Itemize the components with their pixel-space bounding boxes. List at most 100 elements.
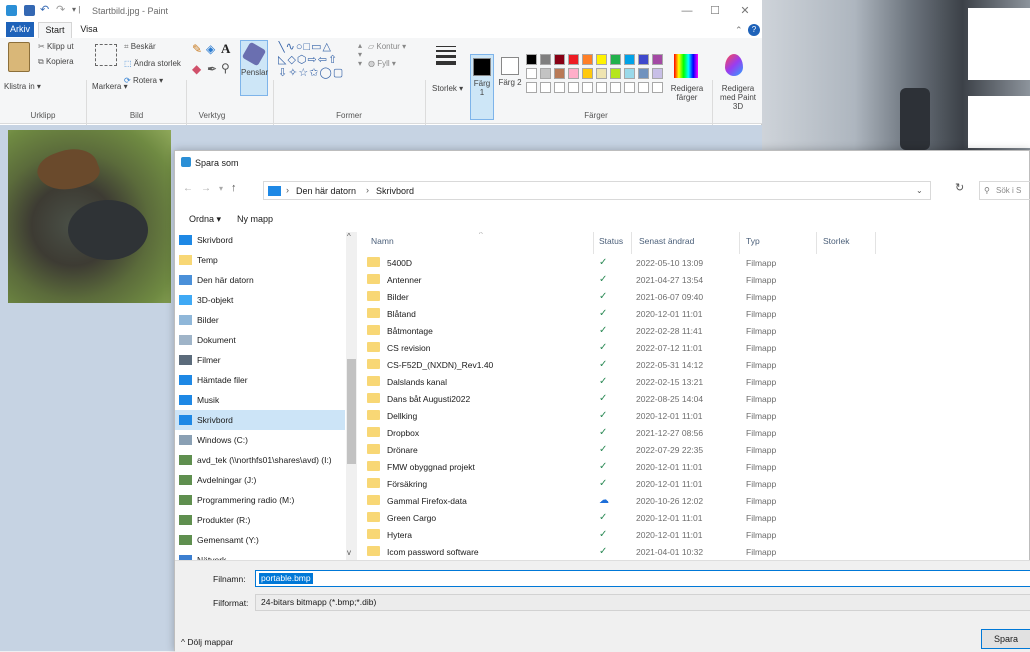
file-row[interactable]: Hytera ✓ 2020-12-01 11:01 Filmapp [361,526,1030,543]
file-row[interactable]: Bilder ✓ 2021-06-07 09:40 Filmapp [361,288,1030,305]
save-icon[interactable] [24,5,35,16]
nav-item[interactable]: Nätverk [175,550,345,560]
select-icon[interactable] [95,44,117,66]
column-header-modified[interactable]: Senast ändrad [639,236,694,246]
collapse-ribbon-icon[interactable]: ⌃ [735,25,743,36]
column-header-size[interactable]: Storlek [823,236,849,246]
copy-button[interactable]: ⧉ Kopiera [38,57,74,67]
color-swatch[interactable] [568,82,579,93]
color-swatch[interactable] [554,68,565,79]
nav-item[interactable]: Skrivbord [175,232,345,250]
nav-item[interactable]: Filmer [175,350,345,370]
color-swatch[interactable] [554,54,565,65]
forward-icon[interactable]: → [201,183,211,194]
fill-shape-button[interactable]: ◍ Fyll ▾ [368,59,396,68]
file-row[interactable]: Blåtand ✓ 2020-12-01 11:01 Filmapp [361,305,1030,322]
help-icon[interactable]: ? [748,24,760,36]
maximize-icon[interactable]: ☐ [704,4,726,18]
search-input[interactable]: ⚲ Sök i S [979,181,1030,200]
color1-button[interactable]: Färg 1 [470,54,494,120]
color-swatch[interactable] [596,82,607,93]
new-folder-button[interactable]: Ny mapp [237,214,273,224]
nav-item[interactable]: Windows (C:) [175,430,345,450]
color-swatch[interactable] [610,68,621,79]
nav-item[interactable]: avd_tek (\\northfs01\shares\avd) (I:) [175,450,345,470]
nav-item[interactable]: Dokument [175,330,345,350]
close-icon[interactable]: ✕ [734,4,756,18]
select-button[interactable]: Markera ▾ [92,82,128,91]
file-row[interactable]: Icom password software ✓ 2021-04-01 10:32 F… [361,543,1030,560]
magnifier-icon[interactable]: ⚲ [221,61,230,75]
nav-item[interactable]: Gemensamt (Y:) [175,530,345,550]
file-row[interactable]: Gammal Firefox-data ☁ 2020-10-26 12:02 Film… [361,492,1030,509]
color-swatch[interactable] [582,82,593,93]
organize-button[interactable]: Ordna ▾ [189,214,221,225]
tab-arkiv[interactable]: Arkiv [6,22,34,37]
file-row[interactable]: Båtmontage ✓ 2022-02-28 11:41 Filmapp [361,322,1030,339]
hide-folders-button[interactable]: ^ Dölj mappar [181,637,233,647]
nav-item[interactable]: Temp [175,250,345,270]
nav-item[interactable]: Programmering radio (M:) [175,490,345,510]
edit-colors-icon[interactable] [674,54,698,78]
color-swatch[interactable] [610,82,621,93]
nav-item[interactable]: Avdelningar (J:) [175,470,345,490]
undo-icon[interactable]: ↶ [40,3,49,16]
column-header-status[interactable]: Status [599,236,623,246]
nav-item[interactable]: Den här datorn [175,270,345,290]
color-swatch[interactable] [638,54,649,65]
color-swatch[interactable] [526,68,537,79]
color-swatch[interactable] [582,68,593,79]
pencil-icon[interactable]: ✎ [192,42,202,56]
file-row[interactable]: CS-F52D_(NXDN)_Rev1.40 ✓ 2022-05-31 14:12 F… [361,356,1030,373]
filetype-select[interactable]: 24-bitars bitmapp (*.bmp;*.dib) [255,594,1030,611]
customize-quick-access-icon[interactable]: ▾ | [72,5,80,14]
eraser-icon[interactable]: ◆ [192,62,201,76]
minimize-icon[interactable]: — [676,4,698,18]
tab-start[interactable]: Start [38,22,72,38]
color-swatch[interactable] [596,54,607,65]
color-swatch[interactable] [624,54,635,65]
paint3d-button[interactable]: Redigera med Paint 3D [716,84,760,111]
color-swatch[interactable] [540,54,551,65]
nav-item[interactable]: Bilder [175,310,345,330]
fill-icon[interactable]: ◈ [206,42,215,56]
size-button[interactable]: Storlek ▾ [432,84,463,93]
cut-button[interactable]: ✂ Klipp ut [38,42,74,51]
paste-button[interactable]: Klistra in ▾ [4,82,41,91]
color-swatch[interactable] [582,54,593,65]
file-row[interactable]: 5400D ✓ 2022-05-10 13:09 Filmapp [361,254,1030,271]
text-icon[interactable]: A [221,41,230,57]
brushes-button[interactable]: Penslar [240,40,268,96]
color2-button[interactable]: Färg 2 [498,54,522,120]
file-row[interactable]: Antenner ✓ 2021-04-27 13:54 Filmapp [361,271,1030,288]
color-swatch[interactable] [568,68,579,79]
redo-icon[interactable]: ↷ [56,3,65,16]
file-row[interactable]: Försäkring ✓ 2020-12-01 11:01 Filmapp [361,475,1030,492]
file-row[interactable]: CS revision ✓ 2022-07-12 11:01 Filmapp [361,339,1030,356]
color-swatch[interactable] [610,54,621,65]
resize-button[interactable]: ⬚ Ändra storlek [124,59,181,68]
outline-button[interactable]: ▱ Kontur ▾ [368,42,406,51]
nav-item[interactable]: 3D-objekt [175,290,345,310]
file-row[interactable]: FMW obyggnad projekt ✓ 2020-12-01 11:01 Fil… [361,458,1030,475]
nav-scroll-thumb[interactable] [347,359,356,464]
refresh-icon[interactable]: ↻ [955,181,969,194]
shapes-gallery[interactable]: ╲∿○□▭△ ◺◇⬡⇨⇦⇧ ⇩✧☆✩◯▢ [278,41,358,81]
crop-button[interactable]: ⌗ Beskär [124,42,156,52]
color-swatch[interactable] [526,82,537,93]
color-swatch[interactable] [652,54,663,65]
color-swatch[interactable] [624,68,635,79]
clipboard-icon[interactable] [8,42,30,72]
breadcrumb-item[interactable]: Skrivbord [376,186,414,196]
nav-item[interactable]: Hämtade filer [175,370,345,390]
nav-item[interactable]: Skrivbord [175,410,345,430]
color-swatch[interactable] [540,68,551,79]
file-row[interactable]: Green Cargo ✓ 2020-12-01 11:01 Filmapp [361,509,1030,526]
breadcrumb-item[interactable]: Den här datorn [296,186,356,196]
color-picker-icon[interactable]: ✒ [207,62,217,76]
save-button[interactable]: Spara [981,629,1030,649]
file-row[interactable]: Dans båt Augusti2022 ✓ 2022-08-25 14:04 Fil… [361,390,1030,407]
edit-colors-button[interactable]: Redigera färger [666,84,708,102]
filename-input[interactable]: portable.bmp [255,570,1030,587]
chevron-down-icon[interactable]: ⌄ [916,186,923,195]
